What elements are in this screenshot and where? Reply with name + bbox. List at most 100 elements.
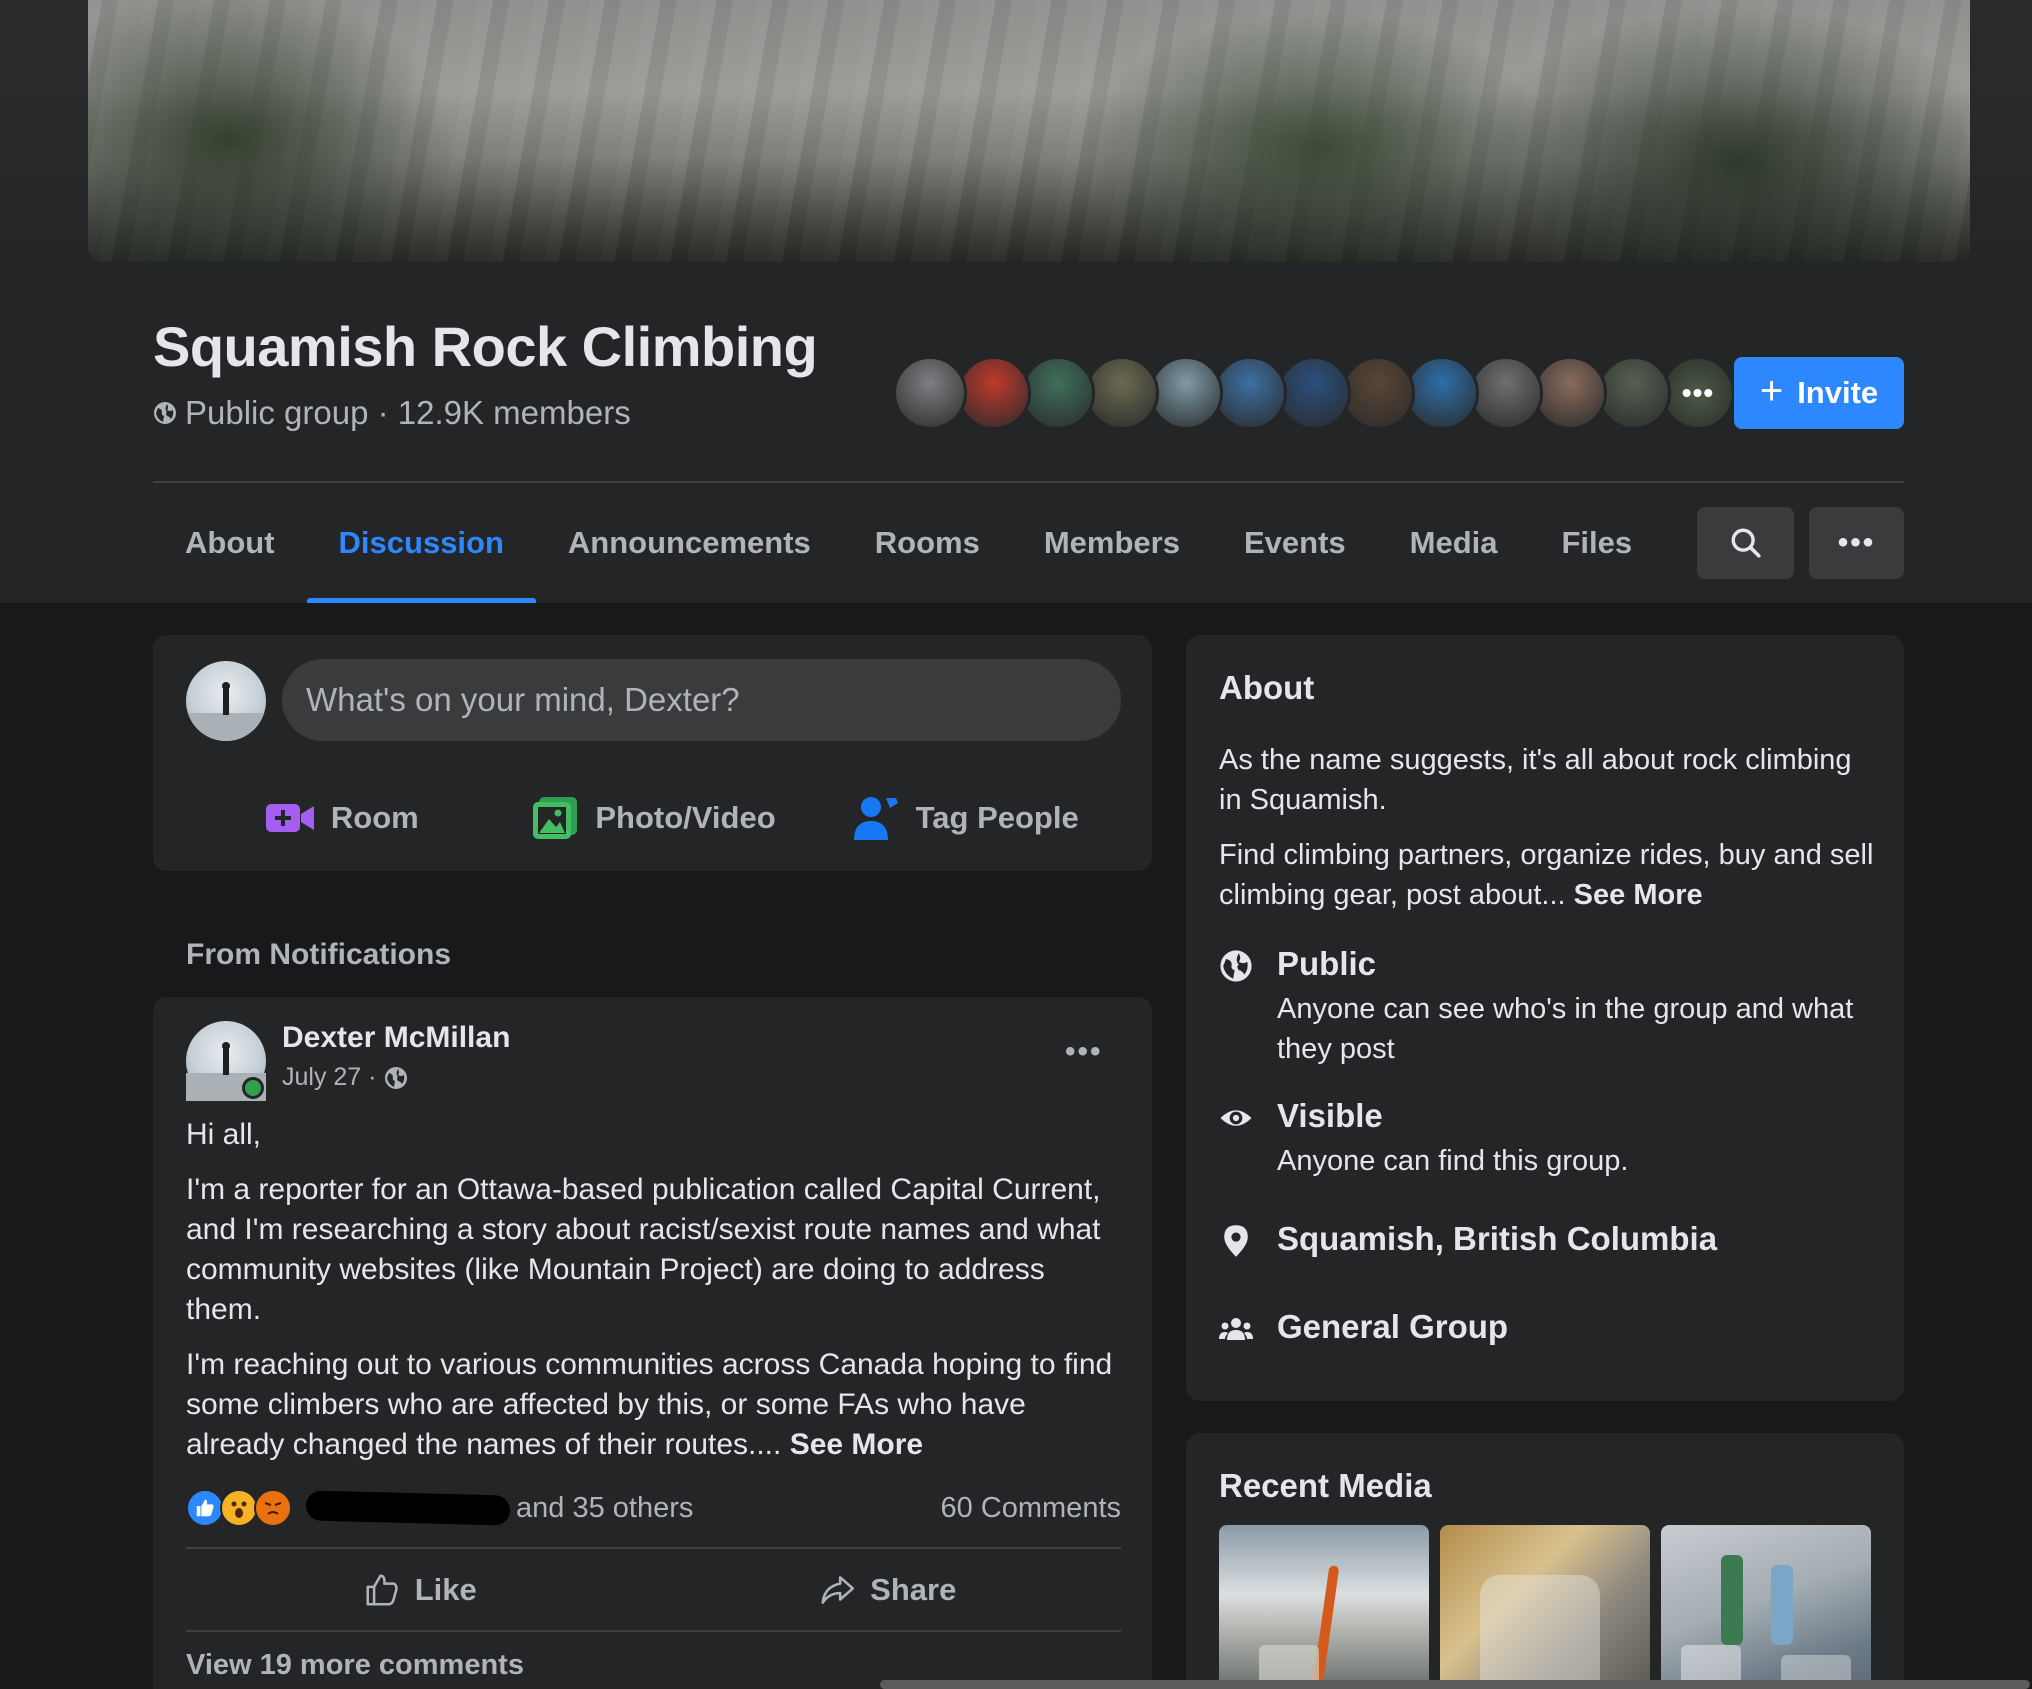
- tab-files[interactable]: Files: [1530, 482, 1665, 603]
- wow-reaction-icon: [220, 1489, 258, 1527]
- member-avatar[interactable]: [893, 356, 967, 430]
- redacted-name: [305, 1490, 511, 1526]
- group-meta: Public group · 12.9K members: [153, 394, 631, 432]
- view-more-comments-link[interactable]: View 19 more comments: [186, 1649, 524, 1682]
- tag-people-icon: [853, 797, 898, 840]
- member-avatar[interactable]: [1469, 356, 1543, 430]
- member-avatar[interactable]: [1213, 356, 1287, 430]
- more-options-button[interactable]: •••: [1809, 507, 1904, 579]
- plus-icon: +: [1759, 369, 1784, 413]
- privacy-row: Public Anyone can see who's in the group…: [1219, 945, 1857, 1069]
- privacy-title: Public: [1277, 945, 1377, 982]
- post-paragraph-text: I'm reaching out to various communities …: [186, 1348, 1113, 1461]
- post-paragraph: Hi all,: [186, 1118, 262, 1151]
- post-divider: [186, 1630, 1121, 1632]
- post-composer: What's on your mind, Dexter? Room Photo/…: [153, 635, 1152, 871]
- group-title[interactable]: Squamish Rock Climbing: [153, 314, 818, 379]
- member-avatar[interactable]: [1533, 356, 1607, 430]
- about-description: As the name suggests, it's all about roc…: [1219, 740, 1879, 930]
- more-members-button[interactable]: •••: [1661, 356, 1735, 430]
- share-icon: [821, 1576, 855, 1604]
- tab-announcements[interactable]: Announcements: [536, 482, 843, 603]
- like-label: Like: [414, 1572, 477, 1607]
- about-desc-paragraph: As the name suggests, it's all about roc…: [1219, 744, 1852, 816]
- like-button[interactable]: Like: [186, 1550, 654, 1630]
- group-type-row: General Group: [1219, 1308, 1508, 1346]
- media-thumbnail[interactable]: [1661, 1525, 1871, 1689]
- like-reaction-icon: [186, 1489, 224, 1527]
- photo-video-label: Photo/Video: [595, 800, 776, 835]
- photo-icon: [533, 797, 578, 839]
- group-type-text: General Group: [1277, 1308, 1509, 1345]
- room-button[interactable]: Room: [186, 783, 498, 853]
- globe-icon: [1219, 949, 1253, 983]
- member-avatar[interactable]: [957, 356, 1031, 430]
- post-body: Hi all, I'm a reporter for an Ottawa-bas…: [186, 1115, 1121, 1480]
- post-card: Dexter McMillan July 27 · ••• Hi all, I'…: [153, 997, 1152, 1689]
- visibility-title: Visible: [1277, 1097, 1383, 1134]
- search-icon: [1731, 528, 1761, 558]
- globe-icon: [385, 1066, 408, 1089]
- people-icon: [1219, 1312, 1253, 1346]
- about-card: About As the name suggests, it's all abo…: [1186, 635, 1904, 1401]
- tab-media[interactable]: Media: [1378, 482, 1530, 603]
- member-avatar[interactable]: [1021, 356, 1095, 430]
- tab-events[interactable]: Events: [1212, 482, 1378, 603]
- post-meta: July 27 ·: [282, 1063, 408, 1092]
- member-avatar[interactable]: [1149, 356, 1223, 430]
- invite-label: Invite: [1797, 375, 1879, 410]
- visibility-row: Visible Anyone can find this group.: [1219, 1097, 1857, 1181]
- tab-about[interactable]: About: [153, 482, 307, 603]
- member-avatar[interactable]: [1085, 356, 1159, 430]
- member-avatar[interactable]: [1341, 356, 1415, 430]
- location-row: Squamish, British Columbia: [1219, 1220, 1717, 1258]
- tag-people-button[interactable]: Tag People: [809, 783, 1121, 853]
- tag-people-label: Tag People: [915, 800, 1079, 835]
- member-avatars[interactable]: •••: [893, 356, 1735, 430]
- member-avatar[interactable]: [1405, 356, 1479, 430]
- invite-button[interactable]: + Invite: [1734, 357, 1904, 429]
- from-notifications-label: From Notifications: [186, 938, 452, 971]
- post-paragraph: I'm reaching out to various communities …: [186, 1345, 1121, 1465]
- member-avatar[interactable]: [1277, 356, 1351, 430]
- post-date[interactable]: July 27 ·: [282, 1063, 376, 1092]
- post-options-button[interactable]: •••: [1065, 1035, 1103, 1069]
- post-author[interactable]: Dexter McMillan: [282, 1021, 510, 1055]
- search-button[interactable]: [1697, 507, 1794, 579]
- reactions-count[interactable]: and 35 others: [516, 1492, 693, 1525]
- recent-media-heading: Recent Media: [1219, 1467, 1432, 1504]
- tab-discussion[interactable]: Discussion: [306, 482, 537, 603]
- location-text[interactable]: Squamish, British Columbia: [1277, 1220, 1717, 1258]
- post-divider: [186, 1547, 1121, 1549]
- cover-photo[interactable]: [88, 0, 1970, 262]
- share-button[interactable]: Share: [654, 1550, 1122, 1630]
- post-paragraph: I'm a reporter for an Ottawa-based publi…: [186, 1173, 1101, 1326]
- location-pin-icon: [1219, 1224, 1253, 1258]
- member-avatar[interactable]: [1597, 356, 1671, 430]
- privacy-description: Anyone can see who's in the group and wh…: [1277, 993, 1854, 1065]
- group-tabs: About Discussion Announcements Rooms Mem…: [153, 482, 1664, 603]
- media-thumbnail[interactable]: [1440, 1525, 1650, 1689]
- about-desc-paragraph: Find climbing partners, organize rides, …: [1219, 835, 1879, 915]
- recent-media-card: Recent Media: [1186, 1433, 1904, 1689]
- online-status-dot: [242, 1077, 264, 1099]
- user-avatar[interactable]: [186, 661, 266, 741]
- room-label: Room: [330, 800, 419, 835]
- tab-rooms[interactable]: Rooms: [843, 482, 1012, 603]
- media-thumbnail[interactable]: [1219, 1525, 1429, 1689]
- about-see-more-link[interactable]: See More: [1574, 879, 1703, 911]
- photo-video-button[interactable]: Photo/Video: [498, 783, 810, 853]
- comments-count[interactable]: 60 Comments: [940, 1492, 1121, 1525]
- see-more-link[interactable]: See More: [790, 1428, 923, 1461]
- reactions-bar[interactable]: and 35 others 60 Comments: [186, 1487, 1121, 1529]
- thumbs-up-icon: [366, 1574, 398, 1606]
- post-input[interactable]: What's on your mind, Dexter?: [282, 659, 1121, 741]
- visibility-description: Anyone can find this group.: [1277, 1145, 1629, 1177]
- group-meta-text: Public group · 12.9K members: [185, 394, 631, 431]
- tab-members[interactable]: Members: [1012, 482, 1212, 603]
- horizontal-scrollbar[interactable]: [880, 1680, 2030, 1689]
- share-label: Share: [870, 1572, 957, 1607]
- video-plus-icon: [265, 804, 314, 832]
- globe-icon: [154, 402, 176, 424]
- angry-reaction-icon: [254, 1489, 292, 1527]
